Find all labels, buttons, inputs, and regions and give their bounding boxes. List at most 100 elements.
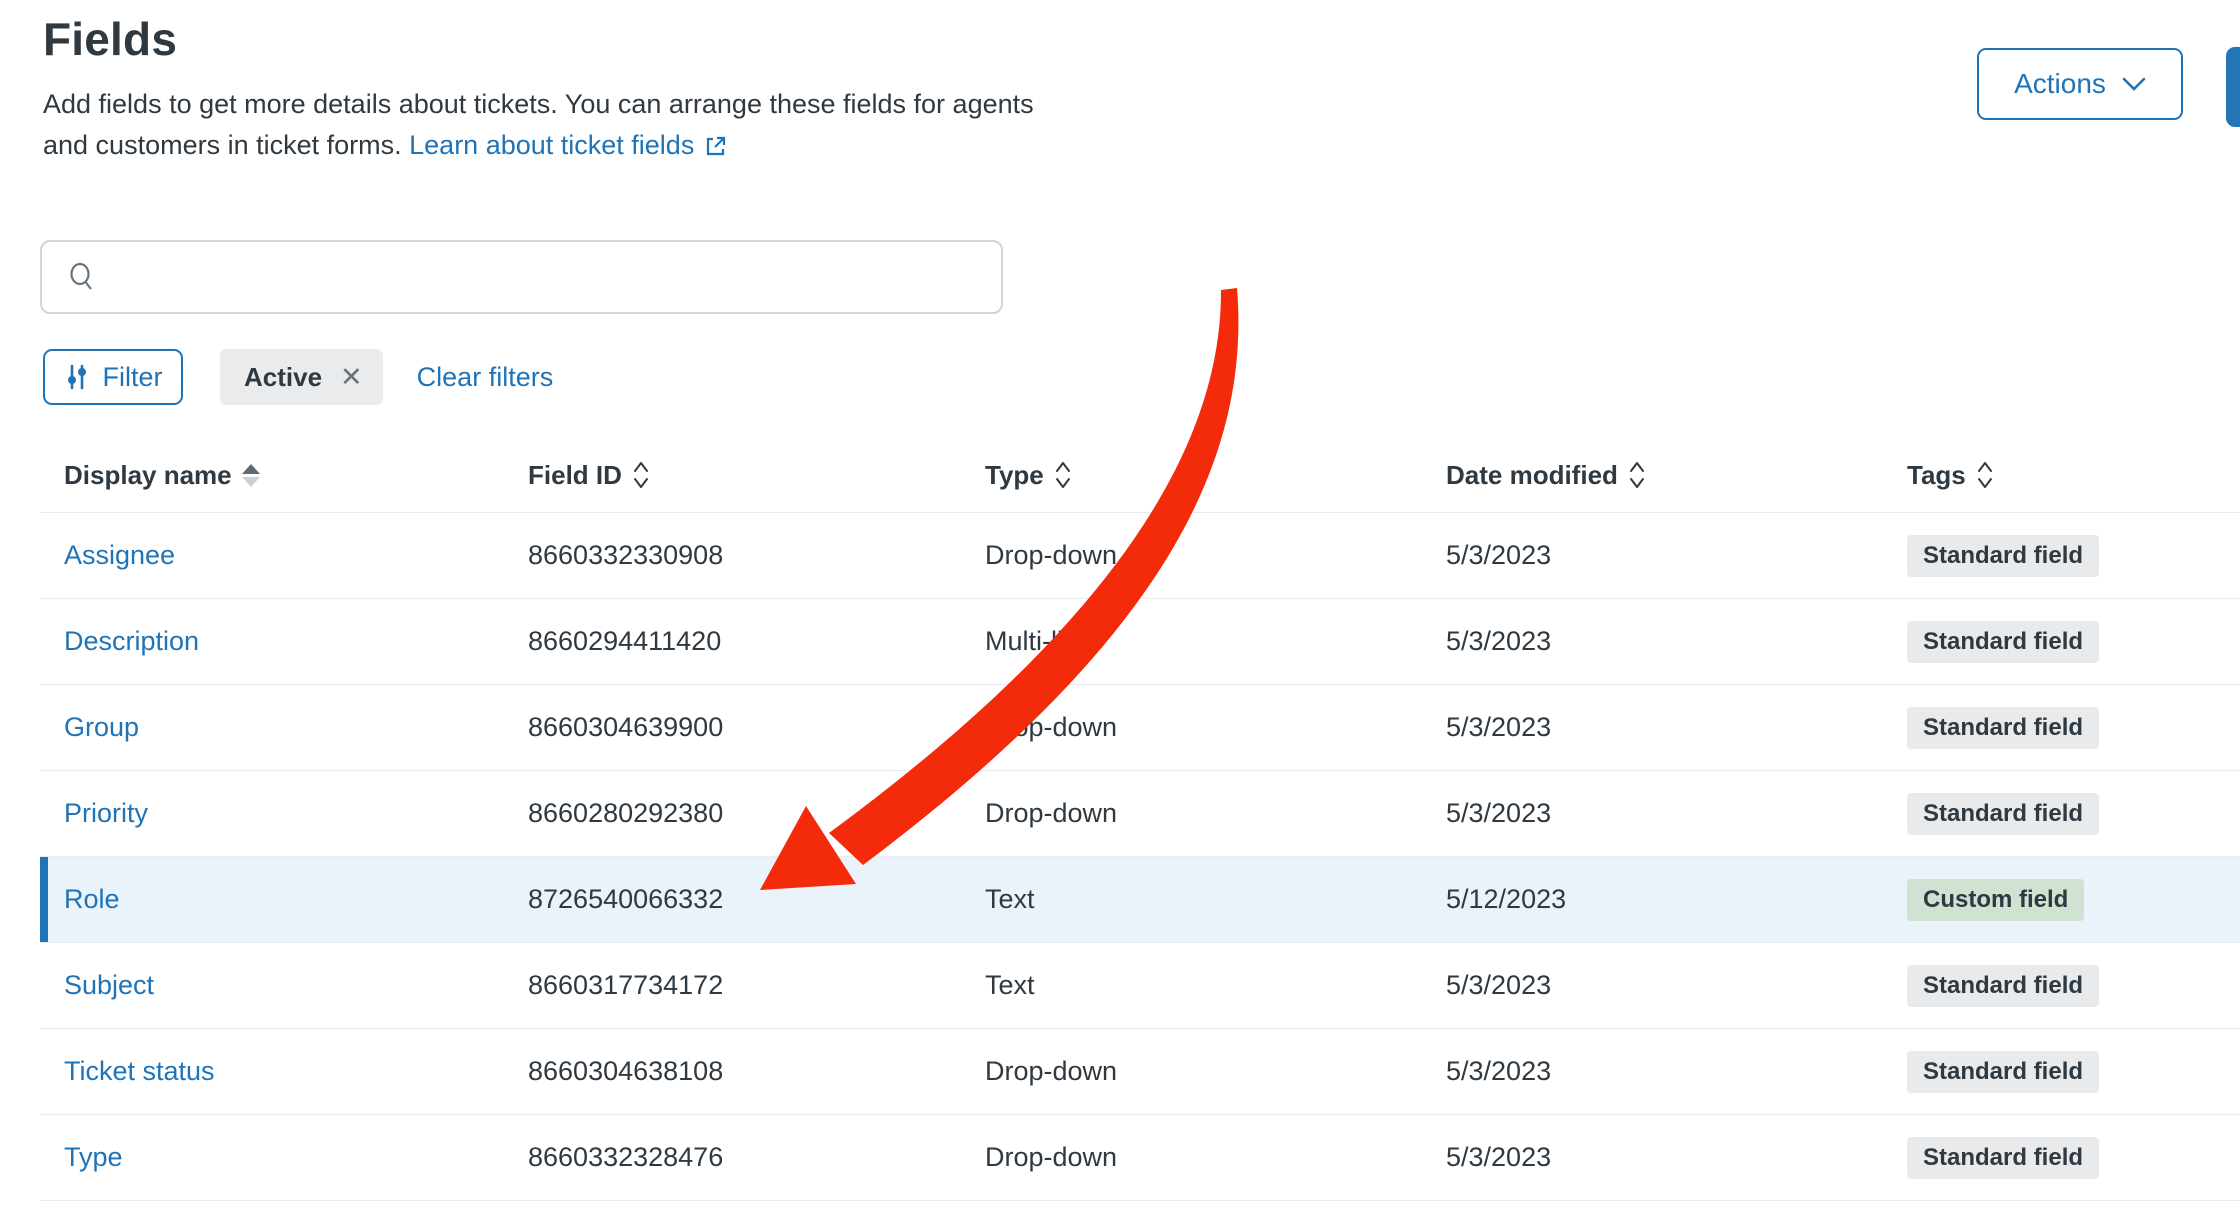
- column-header-date-modified[interactable]: Date modified: [1446, 460, 1907, 491]
- column-label: Type: [985, 460, 1044, 491]
- field-id-cell: 8726540066332: [528, 884, 985, 915]
- display-name-cell: Priority: [40, 798, 528, 829]
- column-label: Date modified: [1446, 460, 1618, 491]
- learn-about-ticket-fields-link[interactable]: Learn about ticket fields: [409, 125, 728, 166]
- table-row[interactable]: Description 8660294411420 Multi-line 5/3…: [40, 599, 2240, 685]
- display-name-cell: Role: [40, 884, 528, 915]
- chevron-down-icon: [2122, 77, 2146, 91]
- type-cell: Text: [985, 970, 1446, 1001]
- page-description: Add fields to get more details about tic…: [43, 84, 1443, 166]
- field-name-link[interactable]: Priority: [64, 798, 148, 828]
- sort-chevrons-icon[interactable]: [1976, 460, 1994, 490]
- learn-link-label: Learn about ticket fields: [409, 125, 694, 166]
- table-row[interactable]: Group 8660304639900 Drop-down 5/3/2023 S…: [40, 685, 2240, 771]
- tags-cell: Standard field: [1907, 1051, 2240, 1093]
- sort-chevrons-icon[interactable]: [1054, 460, 1072, 490]
- tags-cell: Custom field: [1907, 879, 2240, 921]
- filter-bar: Filter Active ✕ Clear filters: [43, 349, 553, 405]
- table-header-row: Display name Field ID Type Date modified…: [40, 438, 2240, 513]
- field-id-cell: 8660304638108: [528, 1056, 985, 1087]
- column-header-tags[interactable]: Tags: [1907, 460, 2240, 491]
- type-cell: Drop-down: [985, 540, 1446, 571]
- type-cell: Drop-down: [985, 798, 1446, 829]
- type-cell: Drop-down: [985, 712, 1446, 743]
- date-modified-cell: 5/3/2023: [1446, 540, 1907, 571]
- search-icon: [66, 261, 98, 293]
- date-modified-cell: 5/3/2023: [1446, 1142, 1907, 1173]
- date-modified-cell: 5/12/2023: [1446, 884, 1907, 915]
- date-modified-cell: 5/3/2023: [1446, 626, 1907, 657]
- description-line-2-wrap: and customers in ticket forms. Learn abo…: [43, 125, 1443, 166]
- tags-cell: Standard field: [1907, 535, 2240, 577]
- table-row[interactable]: Assignee 8660332330908 Drop-down 5/3/202…: [40, 513, 2240, 599]
- tag-badge: Standard field: [1907, 1051, 2099, 1093]
- display-name-cell: Group: [40, 712, 528, 743]
- column-label: Field ID: [528, 460, 622, 491]
- field-name-link[interactable]: Subject: [64, 970, 154, 1000]
- table-body: Assignee 8660332330908 Drop-down 5/3/202…: [40, 513, 2240, 1201]
- field-id-cell: 8660332330908: [528, 540, 985, 571]
- sort-ascending-icon[interactable]: [242, 464, 260, 487]
- type-cell: Multi-line: [985, 626, 1446, 657]
- field-name-link[interactable]: Description: [64, 626, 199, 656]
- type-cell: Drop-down: [985, 1142, 1446, 1173]
- display-name-cell: Subject: [40, 970, 528, 1001]
- table-row[interactable]: Ticket status 8660304638108 Drop-down 5/…: [40, 1029, 2240, 1115]
- field-name-link[interactable]: Type: [64, 1142, 123, 1172]
- actions-button[interactable]: Actions: [1977, 48, 2183, 120]
- date-modified-cell: 5/3/2023: [1446, 712, 1907, 743]
- sort-chevrons-icon[interactable]: [1628, 460, 1646, 490]
- table-row[interactable]: Type 8660332328476 Drop-down 5/3/2023 St…: [40, 1115, 2240, 1201]
- field-name-link[interactable]: Ticket status: [64, 1056, 215, 1086]
- search-input[interactable]: [116, 247, 991, 307]
- field-name-link[interactable]: Role: [64, 884, 120, 914]
- search-box[interactable]: [40, 240, 1003, 314]
- table-row[interactable]: Priority 8660280292380 Drop-down 5/3/202…: [40, 771, 2240, 857]
- field-id-cell: 8660317734172: [528, 970, 985, 1001]
- tag-badge: Standard field: [1907, 707, 2099, 749]
- type-cell: Drop-down: [985, 1056, 1446, 1087]
- display-name-cell: Type: [40, 1142, 528, 1173]
- tag-badge: Custom field: [1907, 879, 2084, 921]
- date-modified-cell: 5/3/2023: [1446, 970, 1907, 1001]
- page-title: Fields: [43, 12, 177, 66]
- clear-filters-link[interactable]: Clear filters: [417, 362, 554, 393]
- tag-badge: Standard field: [1907, 621, 2099, 663]
- field-id-cell: 8660294411420: [528, 626, 985, 657]
- tag-badge: Standard field: [1907, 965, 2099, 1007]
- tag-badge: Standard field: [1907, 535, 2099, 577]
- filter-button[interactable]: Filter: [43, 349, 183, 405]
- table-row[interactable]: Subject 8660317734172 Text 5/3/2023 Stan…: [40, 943, 2240, 1029]
- column-header-type[interactable]: Type: [985, 460, 1446, 491]
- date-modified-cell: 5/3/2023: [1446, 1056, 1907, 1087]
- tags-cell: Standard field: [1907, 621, 2240, 663]
- tags-cell: Standard field: [1907, 1137, 2240, 1179]
- column-header-display-name[interactable]: Display name: [40, 460, 528, 491]
- column-header-field-id[interactable]: Field ID: [528, 460, 985, 491]
- filter-button-label: Filter: [103, 362, 163, 393]
- filter-sliders-icon: [64, 363, 90, 391]
- field-name-link[interactable]: Assignee: [64, 540, 175, 570]
- fields-table: Display name Field ID Type Date modified…: [40, 438, 2240, 1201]
- tag-badge: Standard field: [1907, 793, 2099, 835]
- remove-filter-icon[interactable]: ✕: [340, 364, 363, 391]
- description-line-1: Add fields to get more details about tic…: [43, 84, 1443, 125]
- description-line-2: and customers in ticket forms.: [43, 130, 402, 160]
- active-filter-chip-label: Active: [244, 362, 322, 393]
- field-id-cell: 8660280292380: [528, 798, 985, 829]
- table-row[interactable]: Role 8726540066332 Text 5/12/2023 Custom…: [40, 857, 2240, 943]
- tags-cell: Standard field: [1907, 965, 2240, 1007]
- display-name-cell: Assignee: [40, 540, 528, 571]
- tags-cell: Standard field: [1907, 707, 2240, 749]
- column-label: Tags: [1907, 460, 1966, 491]
- active-filter-chip[interactable]: Active ✕: [220, 349, 383, 405]
- display-name-cell: Description: [40, 626, 528, 657]
- tag-badge: Standard field: [1907, 1137, 2099, 1179]
- sort-chevrons-icon[interactable]: [632, 460, 650, 490]
- tags-cell: Standard field: [1907, 793, 2240, 835]
- field-id-cell: 8660304639900: [528, 712, 985, 743]
- display-name-cell: Ticket status: [40, 1056, 528, 1087]
- field-name-link[interactable]: Group: [64, 712, 139, 742]
- date-modified-cell: 5/3/2023: [1446, 798, 1907, 829]
- cutoff-primary-button[interactable]: [2226, 47, 2240, 127]
